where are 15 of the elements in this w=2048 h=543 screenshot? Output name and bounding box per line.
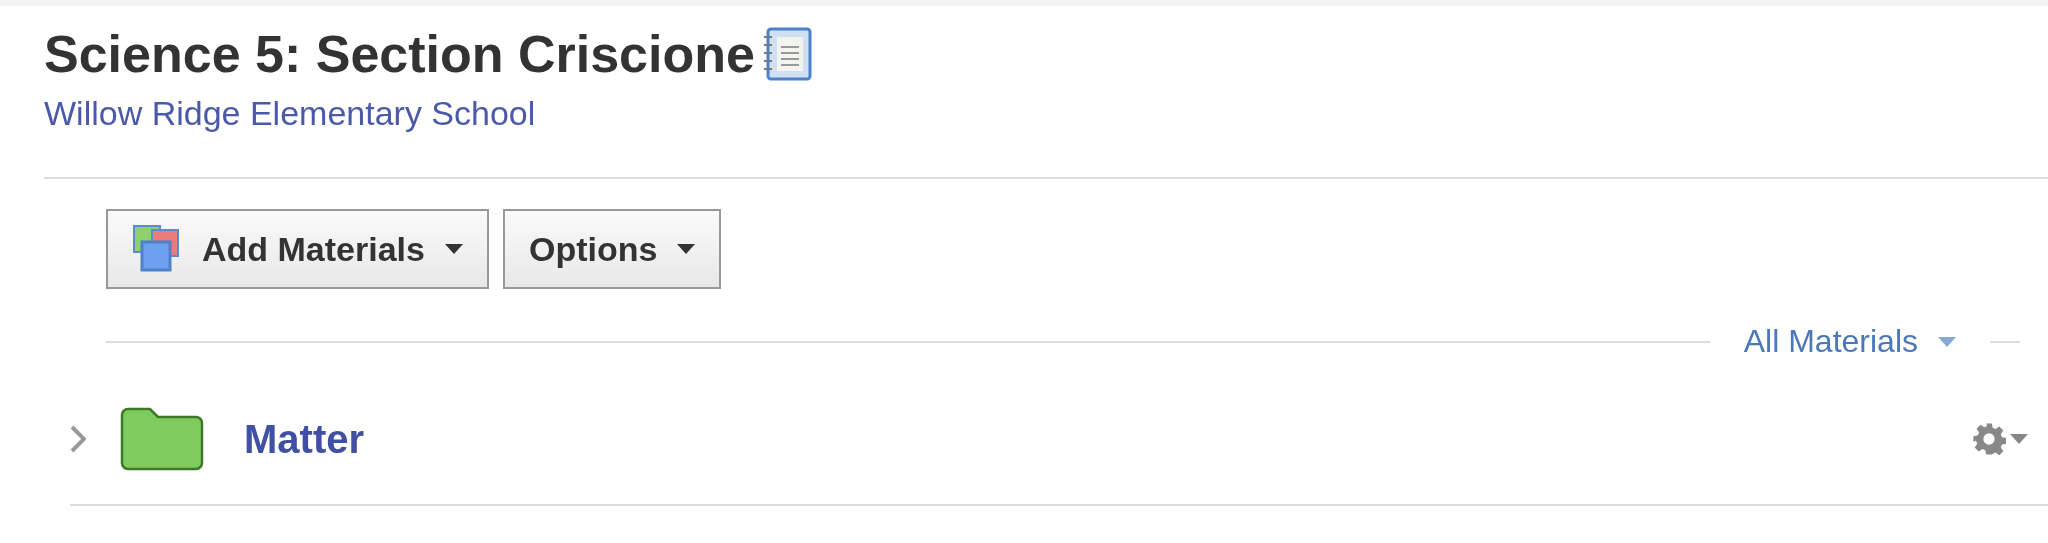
- gear-icon: [1972, 422, 2006, 456]
- caret-icon: [1938, 336, 1956, 347]
- page-title: Science 5: Section Criscione: [44, 24, 755, 84]
- caret-icon: [2010, 434, 2028, 444]
- folder-title-link[interactable]: Matter: [244, 416, 1972, 462]
- caret-icon: [444, 244, 463, 254]
- gear-menu-button[interactable]: [1972, 422, 2028, 456]
- stacked-squares-icon: [132, 224, 182, 274]
- chevron-right-icon[interactable]: [70, 425, 86, 453]
- options-button[interactable]: Options: [502, 209, 722, 289]
- caret-icon: [677, 244, 696, 254]
- all-materials-dropdown[interactable]: All Materials: [1709, 323, 1990, 360]
- school-link[interactable]: Willow Ridge Elementary School: [44, 94, 536, 133]
- notebook-icon: [762, 27, 813, 81]
- add-materials-button[interactable]: Add Materials: [106, 209, 489, 289]
